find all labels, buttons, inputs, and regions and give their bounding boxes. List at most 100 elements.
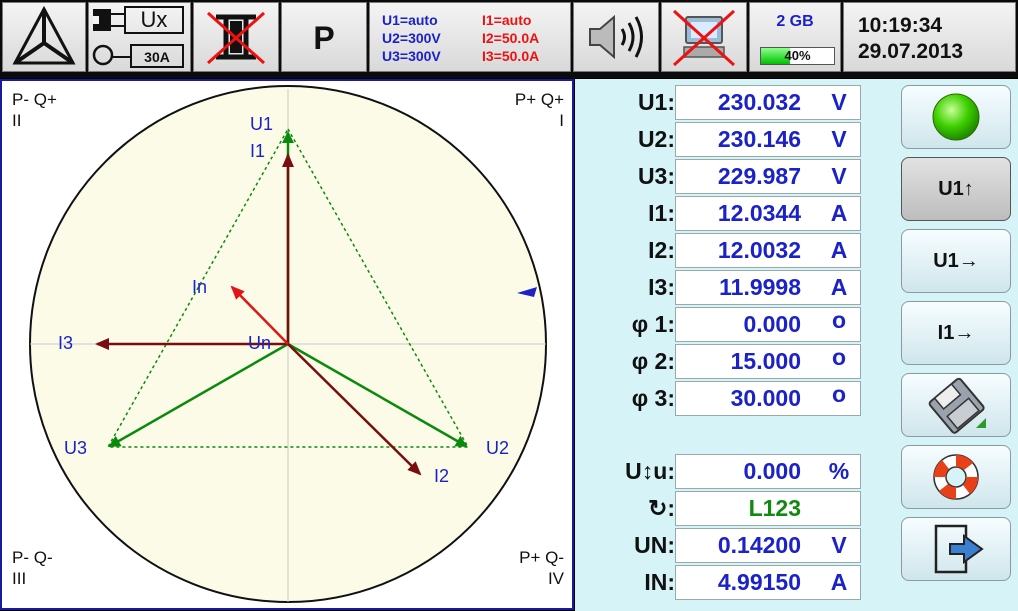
measurement-label: φ 2: [631,348,675,374]
measurement-unit: V [831,126,847,152]
phasor-diagram-panel: P- Q+ II P+ Q+ I P- Q- III P+ Q- IV U1 I… [0,79,574,610]
measurement-label: I3: [648,274,675,300]
green-status-icon [932,93,980,141]
measurement-unit: A [830,274,848,300]
measurement-unit: % [828,458,850,484]
measurement-unit: A [830,200,848,226]
star-connection-button[interactable] [2,2,86,72]
measurement-row-phi1: φ 1: 0.000 o [575,306,875,343]
floppy-disk-icon [928,377,986,434]
measurement-value: 230.146 [717,126,801,152]
measurement-unit: A [830,569,848,595]
measurement-label: U↕u: [625,458,675,484]
datetime-display: 10:19:34 29.07.2013 [843,2,1016,72]
u1-up-label: U1↑ [938,178,974,200]
u1-right-button[interactable]: U1→ [901,229,1011,293]
i1-right-label: I1→ [937,322,975,344]
measurement-row-rotation: ↻: L123 [575,490,875,527]
memory-size: 2 GB [776,13,814,30]
date-text: 29.07.2013 [858,40,964,63]
i2-label: I2 [434,466,450,486]
sound-button[interactable] [573,2,659,72]
measurement-value: 229.987 [717,163,801,189]
exit-button[interactable] [901,517,1011,581]
measurement-label: U3: [637,163,675,189]
quadrant-iv-label: P+ Q- IV [519,547,564,589]
phasor-diagram [29,85,547,603]
measurement-value: 15.000 [730,348,801,374]
measurement-row-i1: I1: 12.0344 A [575,195,875,232]
quadrant-iv-power: P+ Q- [519,548,564,567]
power-mode-label: P [313,20,335,56]
measurement-unit: A [830,237,848,263]
quadrant-i-label: P+ Q+ I [515,89,564,131]
memory-usage-bar: 40% [760,47,835,65]
measurement-row-i2: I2: 12.0032 A [575,232,875,269]
measurement-box: L123 [675,491,861,526]
computer-disabled-icon [672,9,736,67]
measurement-row-phi3: φ 3: 30.000 o [575,380,875,417]
help-button[interactable] [901,445,1011,509]
measurement-box: 12.0344 A [675,196,861,231]
measurement-label: φ 3: [631,385,675,411]
power-mode-button[interactable]: P [281,2,367,72]
u1-label: U1 [250,114,274,134]
measurement-label: UN: [634,532,675,558]
measurement-label: U1: [637,89,675,115]
u1-up-button[interactable]: U1↑ [901,157,1011,221]
measurement-unit: o [831,307,847,333]
measurement-value: 30.000 [730,385,801,411]
measurement-row-in: IN: 4.99150 A [575,564,875,601]
input-config-button[interactable]: Ux 30A [88,2,191,72]
measurement-value: L123 [748,495,801,521]
measurement-value: 230.032 [717,89,801,115]
measurement-box: 15.000 o [675,344,861,379]
time-text: 10:19:34 [858,14,943,37]
measurement-box: 230.146 V [675,122,861,157]
quadrant-ii-power: P- Q+ [12,90,57,109]
save-button[interactable] [901,373,1011,437]
star-connection-icon [12,5,76,65]
quadrant-i-power: P+ Q+ [514,90,564,109]
measurement-value: 0.000 [743,458,801,484]
memory-status: 2 GB 40% [749,2,841,72]
measurement-box: 0.14200 V [675,528,861,563]
measurement-value: 12.0344 [717,200,801,226]
i3-label: I3 [58,333,74,353]
measurement-label: φ 1: [631,311,675,337]
quadrant-i-number: I [559,111,564,130]
i1-right-button[interactable]: I1→ [901,301,1011,365]
measurement-box: 4.99150 A [675,565,861,600]
measurement-value: 0.000 [743,311,801,337]
measurement-label: I1: [648,200,675,226]
status-indicator-button[interactable] [901,85,1011,149]
quadrant-iv-number: IV [547,569,564,588]
measurement-value: 11.9998 [719,274,801,300]
measurement-unit: o [831,344,847,370]
exit-door-icon [934,524,984,574]
transformer-button[interactable] [193,2,279,72]
measurement-label: I2: [648,237,675,263]
quadrant-ii-label: P- Q+ II [12,89,57,131]
top-toolbar: Ux 30A P U1=auto U2=300V U3=300V I1=auto… [0,0,1018,78]
measurement-box: 0.000 o [675,307,861,342]
i1-range: I1=auto [482,12,532,28]
measurement-row-phi2: φ 2: 15.000 o [575,343,875,380]
quadrant-ii-number: II [12,111,22,130]
lifebuoy-icon [933,454,979,500]
i3-range: I3=50.0A [482,48,540,64]
measurement-value: 0.14200 [717,532,801,558]
u1-range: U1=auto [382,12,438,28]
in-label: In [192,277,208,297]
u2-range: U2=300V [382,30,441,46]
range-info-panel[interactable]: U1=auto U2=300V U3=300V I1=auto I2=50.0A… [369,2,571,72]
u1-right-label: U1→ [933,250,979,272]
u2-label: U2 [486,438,510,458]
measurement-unit: o [831,381,847,407]
remote-connection-button[interactable] [661,2,747,72]
transformer-disabled-icon [207,11,265,65]
measurement-value: 4.99150 [717,569,801,595]
measurement-row-u2: U2: 230.146 V [575,121,875,158]
measurement-row-u3: U3: 229.987 V [575,158,875,195]
measurement-unit: V [831,532,847,558]
